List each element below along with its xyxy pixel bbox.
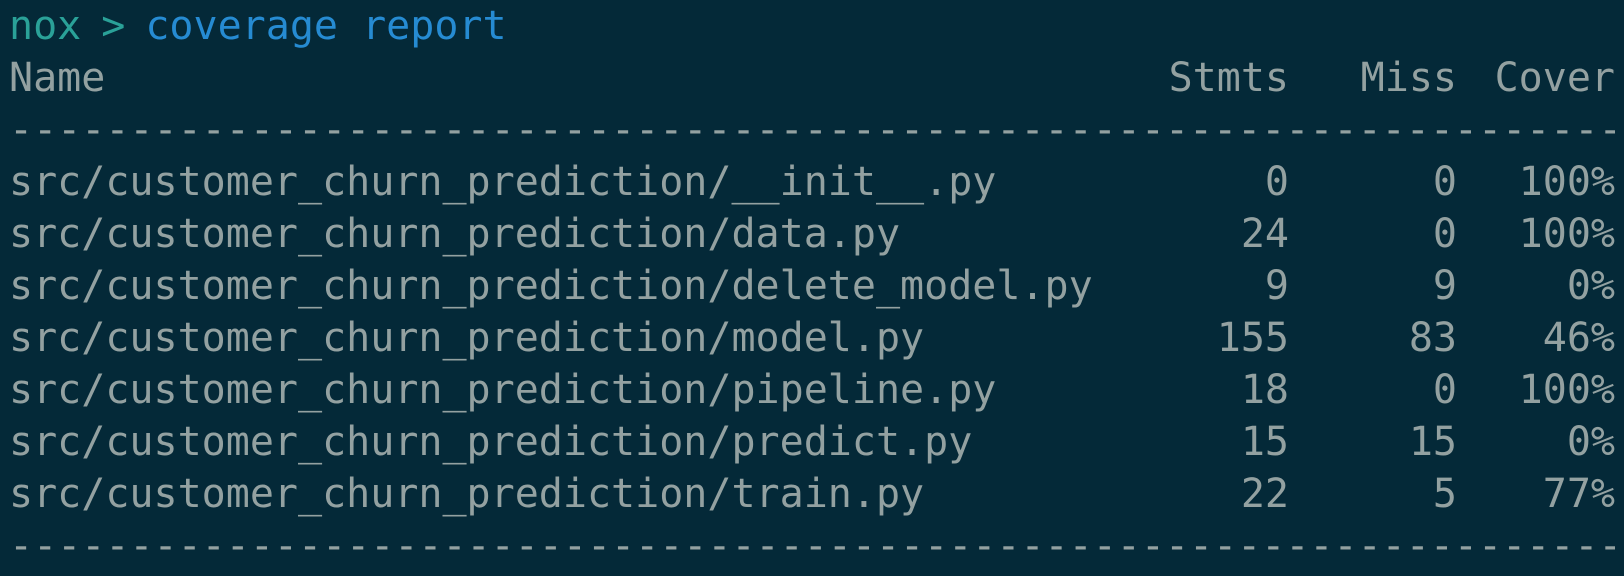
table-row: src/customer_churn_prediction/train.py 22… bbox=[9, 468, 1615, 520]
row-miss: 0 bbox=[1432, 367, 1457, 413]
table-rule-bottom: ----------------------------------------… bbox=[9, 523, 1615, 569]
row-stmts: 0 bbox=[1264, 159, 1289, 205]
row-cover: 100% bbox=[1518, 159, 1615, 205]
prompt-command: coverage report bbox=[145, 3, 507, 49]
table-header: Name Stmts Miss Cover bbox=[9, 52, 1615, 104]
prompt-chevron-icon: > bbox=[101, 3, 126, 49]
header-stmts: Stmts bbox=[1168, 55, 1289, 101]
row-stmts: 155 bbox=[1216, 315, 1289, 361]
row-name: src/customer_churn_prediction/model.py bbox=[9, 315, 925, 361]
row-stmts: 9 bbox=[1264, 263, 1289, 309]
row-cover: 0% bbox=[1566, 419, 1615, 465]
row-miss: 15 bbox=[1408, 419, 1457, 465]
row-cover: 100% bbox=[1518, 211, 1615, 257]
table-row: src/customer_churn_prediction/pipeline.p… bbox=[9, 364, 1615, 416]
row-cover: 0% bbox=[1566, 263, 1615, 309]
row-name: src/customer_churn_prediction/data.py bbox=[9, 211, 901, 257]
terminal-window: nox > coverage report Name Stmts Miss Cove… bbox=[0, 0, 1624, 576]
row-stmts: 22 bbox=[1240, 471, 1289, 517]
row-name: src/customer_churn_prediction/pipeline.p… bbox=[9, 367, 997, 413]
row-miss: 5 bbox=[1432, 471, 1457, 517]
row-stmts: 15 bbox=[1240, 419, 1289, 465]
row-miss: 0 bbox=[1432, 211, 1457, 257]
table-row: src/customer_churn_prediction/delete_mod… bbox=[9, 260, 1615, 312]
header-cover: Cover bbox=[1494, 55, 1615, 101]
table-row: src/customer_churn_prediction/predict.py… bbox=[9, 416, 1615, 468]
row-name: src/customer_churn_prediction/delete_mod… bbox=[9, 263, 1093, 309]
row-name: src/customer_churn_prediction/predict.py bbox=[9, 419, 973, 465]
header-miss: Miss bbox=[1360, 55, 1457, 101]
row-cover: 100% bbox=[1518, 367, 1615, 413]
table-row: src/customer_churn_prediction/model.py 15… bbox=[9, 312, 1615, 364]
row-cover: 77% bbox=[1542, 471, 1615, 517]
header-name: Name bbox=[9, 55, 106, 101]
row-miss: 0 bbox=[1432, 159, 1457, 205]
table-row: src/customer_churn_prediction/data.py 24 0… bbox=[9, 208, 1615, 260]
row-stmts: 18 bbox=[1240, 367, 1289, 413]
row-stmts: 24 bbox=[1240, 211, 1289, 257]
table-rule-top: ----------------------------------------… bbox=[9, 107, 1615, 153]
prompt-prefix: nox bbox=[9, 3, 82, 49]
table-row: src/customer_churn_prediction/__init__.p… bbox=[9, 156, 1615, 208]
row-miss: 83 bbox=[1408, 315, 1457, 361]
row-cover: 46% bbox=[1542, 315, 1615, 361]
row-name: src/customer_churn_prediction/__init__.p… bbox=[9, 159, 997, 205]
prompt-line: nox > coverage report bbox=[9, 0, 507, 52]
row-name: src/customer_churn_prediction/train.py bbox=[9, 471, 925, 517]
row-miss: 9 bbox=[1432, 263, 1457, 309]
